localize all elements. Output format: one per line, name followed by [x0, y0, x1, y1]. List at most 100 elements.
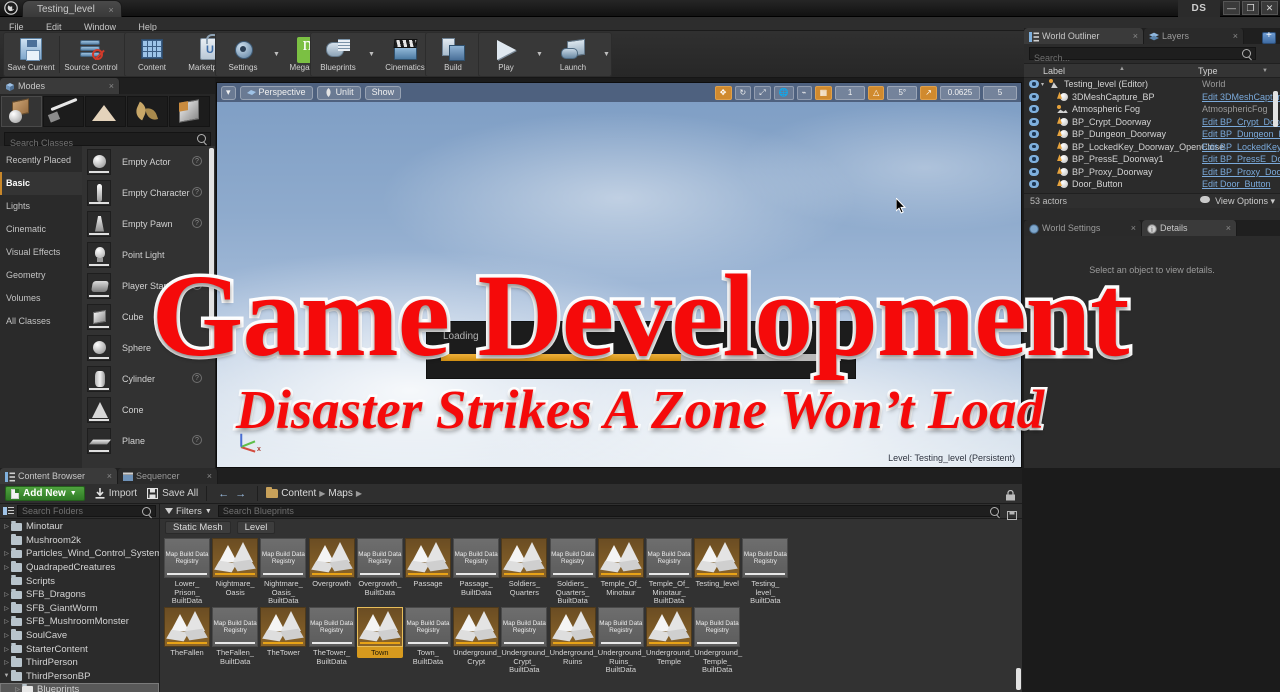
asset-tile[interactable]: Underground_​Ruins [549, 607, 598, 666]
outliner-row-type[interactable]: Edit BP_Dungeon_Doorway [1202, 129, 1280, 139]
tab-world-settings[interactable]: World Settings × [1024, 220, 1142, 236]
outliner-row[interactable]: BP_LockedKey_Doorway_OpenClose Edit BP_Lo… [1024, 141, 1280, 154]
nav-back-button[interactable]: ← [218, 488, 229, 500]
expander-icon[interactable]: ▷ [2, 618, 11, 625]
help-icon[interactable]: ? [192, 435, 202, 445]
launch-dropdown[interactable]: ▼ [601, 32, 612, 77]
asset-tile[interactable]: Testing_​level [694, 538, 741, 589]
visibility-eye-icon[interactable] [1029, 130, 1039, 139]
close-icon[interactable]: × [107, 468, 112, 484]
tab-details[interactable]: i Details × [1142, 220, 1237, 236]
asset-tile[interactable]: Soldiers_​Quarters [501, 538, 548, 597]
outliner-row-type[interactable]: Edit Door_Button [1202, 179, 1280, 189]
help-icon[interactable]: ? [192, 280, 202, 290]
asset-tile[interactable]: Map Build Data Registry TheFallen_​BuiltD… [212, 607, 259, 666]
landscape-mode-icon[interactable] [85, 96, 126, 127]
scale-snap-value[interactable]: 0.0625 [940, 86, 980, 100]
expander-icon[interactable]: ▾ [1041, 81, 1048, 88]
scale-snap-icon[interactable]: ↗ [920, 86, 937, 100]
asset-tile[interactable]: Map Build Data Registry Underground_​Cryp… [501, 607, 549, 675]
visibility-eye-icon[interactable] [1029, 117, 1039, 126]
outliner-row[interactable]: BP_Crypt_Doorway Edit BP_Crypt_Doorway [1024, 116, 1280, 129]
folder-tree-item[interactable]: ▷ ThirdPerson [0, 656, 159, 670]
visibility-eye-icon[interactable] [1029, 142, 1039, 151]
outliner-row[interactable]: 3DMeshCapture_BP Edit 3DMeshCapture_BP [1024, 91, 1280, 104]
expander-icon[interactable]: ▷ [2, 550, 11, 557]
save-current-button[interactable]: Save Current [3, 32, 59, 77]
close-icon[interactable]: × [1131, 220, 1136, 236]
folder-tree-item[interactable]: ▷ SFB_Dragons [0, 588, 159, 602]
folder-tree-item[interactable]: ▷ Minotaur [0, 520, 159, 534]
settings-button[interactable]: Settings [215, 32, 271, 77]
settings-dropdown[interactable]: ▼ [271, 32, 282, 77]
folder-tree-item[interactable]: ▷ QuadrapedCreatures [0, 561, 159, 575]
asset-tile[interactable]: TheFallen [164, 607, 210, 658]
move-gizmo-icon[interactable]: ✥ [714, 86, 732, 100]
asset-tile[interactable]: Temple_​Of_​Minotaur [597, 538, 644, 597]
camera-speed-value[interactable]: 5 [983, 86, 1017, 100]
help-icon[interactable]: ? [192, 218, 202, 228]
visibility-eye-icon[interactable] [1029, 92, 1039, 101]
expander-icon[interactable]: ▷ [2, 659, 11, 666]
grid-snap-value[interactable]: 1 [835, 86, 866, 100]
asset-tile[interactable]: Underground_​Crypt [453, 607, 501, 666]
play-button[interactable]: Play [478, 32, 534, 77]
chevron-down-icon[interactable]: ▼ [1262, 68, 1268, 74]
document-tab[interactable]: Testing_level × [22, 0, 122, 17]
close-icon[interactable]: × [1226, 220, 1231, 236]
outliner-row[interactable]: BP_Proxy_Doorway Edit BP_Proxy_Doorway [1024, 166, 1280, 179]
nav-forward-button[interactable]: → [235, 488, 246, 500]
view-options-button[interactable]: View Options ▾ [1199, 196, 1275, 207]
expander-icon[interactable]: ▷ [2, 523, 11, 530]
category-cinematic[interactable]: Cinematic [0, 218, 82, 241]
outliner-row[interactable]: Door_Button Edit Door_Button [1024, 178, 1280, 191]
close-button[interactable]: ✕ [1261, 1, 1278, 15]
outliner-row-type[interactable]: Edit BP_LockedKey_Doorway [1202, 142, 1280, 152]
category-recently-placed[interactable]: Recently Placed [0, 149, 82, 172]
folder-tree-item[interactable]: ▷ Particles_Wind_Control_System [0, 547, 159, 561]
category-visual-effects[interactable]: Visual Effects [0, 241, 82, 264]
asset-tile[interactable]: Map Build Data Registry Testing_​level_​B… [742, 538, 789, 606]
launch-button[interactable]: Launch [545, 32, 601, 77]
asset-tile[interactable]: Map Build Data Registry Passage_​BuiltDat… [453, 538, 500, 597]
list-item[interactable]: Empty Pawn ? [82, 208, 215, 239]
rotation-snap-icon[interactable]: △ [868, 86, 885, 100]
search-classes-field[interactable] [4, 132, 211, 149]
asset-tile[interactable]: Underground_​Temple [646, 607, 694, 666]
viewport-options-dropdown[interactable]: ▾ [221, 85, 236, 100]
list-item[interactable]: Empty Character ? [82, 177, 215, 208]
place-mode-icon[interactable] [1, 96, 42, 127]
add-actor-button[interactable] [1262, 30, 1276, 44]
help-icon[interactable]: ? [192, 187, 202, 197]
content-button[interactable]: Content [124, 32, 180, 77]
import-button[interactable]: Import [95, 488, 137, 499]
outliner-row[interactable]: Atmospheric Fog AtmosphericFog [1024, 103, 1280, 116]
show-menu-button[interactable]: Show [364, 85, 402, 100]
breadcrumb-content[interactable]: Content [281, 488, 316, 499]
close-icon[interactable]: × [1233, 28, 1238, 44]
list-item[interactable]: Cone [82, 394, 215, 425]
world-space-icon[interactable]: 🌐 [773, 86, 794, 100]
save-all-button[interactable]: Save All [147, 488, 198, 499]
list-item[interactable]: Cube [82, 301, 215, 332]
asset-tile[interactable]: Town [356, 607, 403, 658]
blueprints-dropdown[interactable]: ▼ [366, 32, 377, 77]
category-volumes[interactable]: Volumes [0, 287, 82, 310]
expander-icon[interactable]: ▷ [2, 605, 11, 612]
asset-search-input[interactable] [217, 505, 1000, 517]
asset-tile[interactable]: Map Build Data Registry Nightmare_​Oasis_… [260, 538, 307, 606]
help-icon[interactable]: ? [192, 156, 202, 166]
expander-icon[interactable]: ▷ [2, 646, 11, 653]
outliner-row[interactable]: BP_Dungeon_Doorway Edit BP_Dungeon_Doorwa… [1024, 128, 1280, 141]
outliner-row-type[interactable]: Edit 3DMeshCapture_BP [1202, 92, 1280, 102]
list-item[interactable]: Point Light [82, 239, 215, 270]
expander-icon[interactable]: ▷ [2, 564, 11, 571]
asset-tile[interactable]: Map Build Data Registry TheTower_​BuiltDa… [308, 607, 355, 666]
outliner-row-type[interactable]: Edit BP_PressE_Doorway [1202, 154, 1280, 164]
outliner-search-input[interactable] [1030, 52, 1255, 64]
close-icon[interactable]: × [1133, 28, 1138, 44]
list-item[interactable]: Empty Actor ? [82, 146, 215, 177]
expander-icon[interactable]: ▷ [13, 686, 22, 692]
paint-mode-icon[interactable] [43, 96, 84, 127]
scrollbar[interactable] [1016, 668, 1021, 690]
